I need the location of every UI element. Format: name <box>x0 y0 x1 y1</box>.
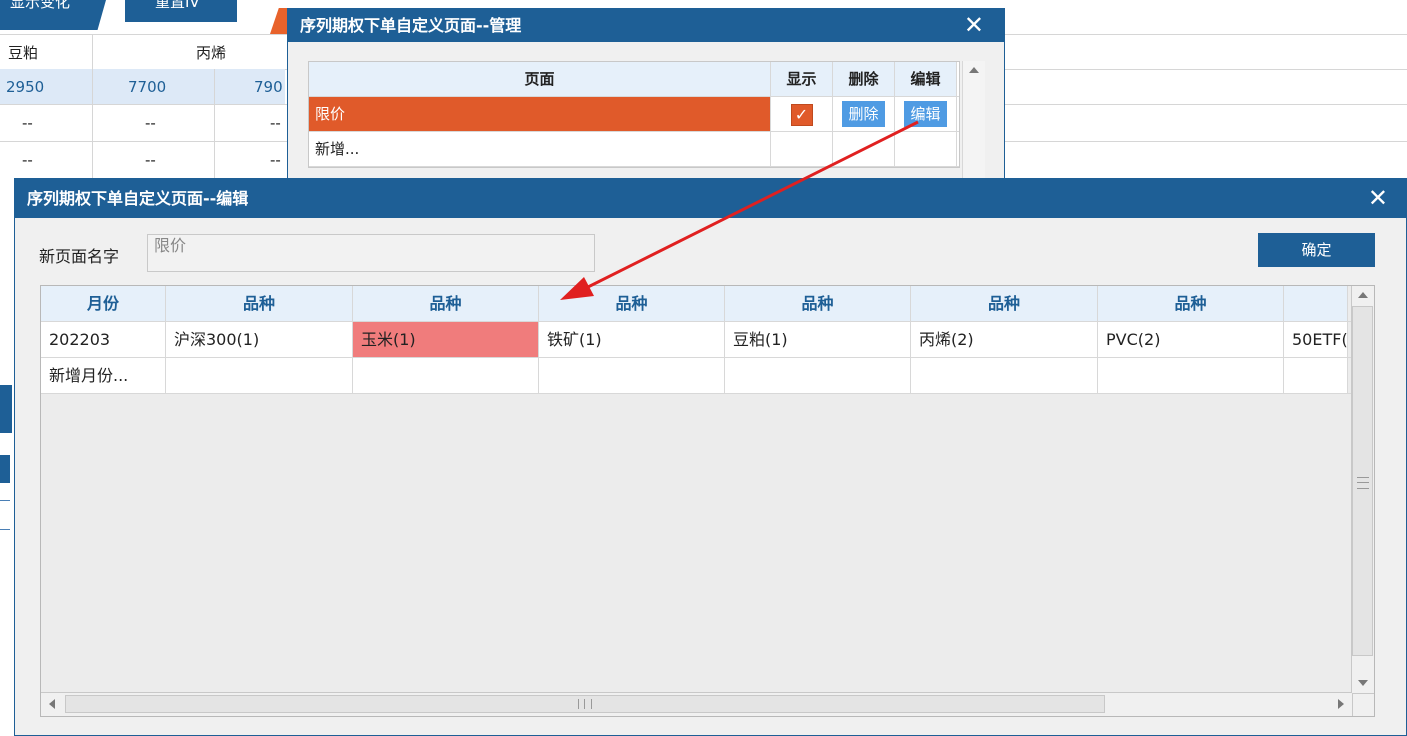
header-soymeal: 豆粕 <box>8 44 39 62</box>
variety-cell[interactable]: 豆粕(1) <box>725 322 911 357</box>
scroll-down-icon[interactable] <box>1358 680 1368 686</box>
vertical-scrollbar[interactable] <box>1351 286 1374 694</box>
empty-cell[interactable] <box>1284 358 1348 393</box>
manage-dialog-title-bar: 序列期权下单自定义页面--管理 ✕ <box>288 9 1004 42</box>
show-checkbox[interactable]: ✓ <box>790 104 813 126</box>
variety-cell[interactable]: PVC(2) <box>1098 322 1284 357</box>
column-header-variety[interactable]: 品种 <box>911 286 1098 321</box>
divider <box>1003 69 1407 70</box>
empty-cell[interactable] <box>166 358 353 393</box>
grid-header: 月份 品种 品种 品种 品种 品种 品种 <box>41 286 1374 322</box>
empty-cell[interactable] <box>539 358 725 393</box>
page-name-input[interactable]: 限价 <box>147 234 595 272</box>
manage-dialog-title: 序列期权下单自定义页面--管理 <box>300 16 522 35</box>
empty-cell[interactable] <box>353 358 539 393</box>
column-header-variety[interactable]: 品种 <box>539 286 725 321</box>
column-header-month[interactable]: 月份 <box>41 286 166 321</box>
edit-cell: 编辑 <box>895 97 957 131</box>
cell: -- <box>145 151 156 169</box>
page-name-cell[interactable]: 限价 <box>309 97 771 131</box>
header-propylene: 丙烯 <box>196 44 227 62</box>
scrollbar-thumb[interactable] <box>65 695 1105 713</box>
confirm-button[interactable]: 确定 <box>1258 233 1375 267</box>
divider <box>1003 34 1407 35</box>
pages-table: 页面 显示 删除 编辑 限价 ✓ 删除 编辑 新增... <box>308 61 960 168</box>
variety-cell[interactable]: 铁矿(1) <box>539 322 725 357</box>
add-month-cell[interactable]: 新增月份... <box>41 358 166 393</box>
table-row: 新增月份... <box>41 358 1374 394</box>
table-row[interactable]: 限价 ✓ 删除 编辑 <box>309 97 959 132</box>
scroll-up-icon[interactable] <box>969 67 979 73</box>
variety-cell[interactable]: 丙烯(2) <box>911 322 1098 357</box>
column-header-variety[interactable] <box>1284 286 1348 321</box>
edit-dialog-title-bar: 序列期权下单自定义页面--编辑 ✕ <box>15 179 1406 218</box>
page-name-label: 新页面名字 <box>39 247 120 266</box>
cell: -- <box>145 114 156 132</box>
side-button[interactable] <box>0 385 12 433</box>
edit-dialog-title: 序列期权下单自定义页面--编辑 <box>27 189 249 208</box>
empty-cell[interactable] <box>725 358 911 393</box>
close-icon[interactable]: ✕ <box>964 9 984 42</box>
manage-dialog: 序列期权下单自定义页面--管理 ✕ 页面 显示 删除 编辑 限价 ✓ 删除 编辑… <box>287 8 1005 182</box>
delete-button[interactable]: 删除 <box>842 101 885 127</box>
variety-cell[interactable]: 沪深300(1) <box>166 322 353 357</box>
column-header-variety[interactable]: 品种 <box>725 286 911 321</box>
empty-cell[interactable] <box>1098 358 1284 393</box>
cell: -- <box>270 114 281 132</box>
column-header-variety[interactable]: 品种 <box>353 286 539 321</box>
edit-button[interactable]: 编辑 <box>904 101 947 127</box>
tab-show-change[interactable]: 显示变化 <box>0 0 106 30</box>
scroll-right-icon[interactable] <box>1338 699 1344 709</box>
side-button[interactable] <box>0 455 10 483</box>
divider <box>1003 141 1407 142</box>
side-button[interactable] <box>0 500 10 530</box>
delete-cell <box>833 132 895 166</box>
cell: 7700 <box>128 78 167 96</box>
scroll-left-icon[interactable] <box>49 699 55 709</box>
column-header-edit: 编辑 <box>895 62 957 96</box>
divider <box>1003 104 1407 105</box>
scrollbar-thumb[interactable] <box>1352 306 1373 656</box>
variety-cell-selected[interactable]: 玉米(1) <box>353 322 539 357</box>
grip-icon <box>1357 477 1369 489</box>
variety-cell[interactable]: 50ETF( <box>1284 322 1348 357</box>
scroll-up-icon[interactable] <box>1358 292 1368 298</box>
variety-grid: 月份 品种 品种 品种 品种 品种 品种 202203 沪深300(1) 玉米(… <box>40 285 1375 717</box>
cell: -- <box>22 114 33 132</box>
vertical-scrollbar[interactable] <box>962 61 985 179</box>
add-page-cell[interactable]: 新增... <box>309 132 771 166</box>
column-header-variety[interactable]: 品种 <box>1098 286 1284 321</box>
show-cell: ✓ <box>771 97 833 131</box>
delete-cell: 删除 <box>833 97 895 131</box>
cell: -- <box>270 151 281 169</box>
cell: 2950 <box>6 78 45 96</box>
edit-dialog: 序列期权下单自定义页面--编辑 ✕ 新页面名字 限价 确定 月份 品种 品种 品… <box>14 178 1407 736</box>
column-header-variety[interactable]: 品种 <box>166 286 353 321</box>
close-icon[interactable]: ✕ <box>1368 179 1388 218</box>
table-row: 202203 沪深300(1) 玉米(1) 铁矿(1) 豆粕(1) 丙烯(2) … <box>41 322 1374 358</box>
empty-cell[interactable] <box>911 358 1098 393</box>
column-header-show: 显示 <box>771 62 833 96</box>
reset-iv-button[interactable]: 重置IV <box>125 0 237 22</box>
grip-icon <box>578 699 592 709</box>
divider <box>214 69 215 179</box>
scrollbar-corner <box>1352 693 1374 716</box>
edit-cell <box>895 132 957 166</box>
horizontal-scrollbar[interactable] <box>41 692 1352 716</box>
cell: -- <box>22 151 33 169</box>
divider <box>92 34 93 179</box>
cell: 790 <box>254 78 283 96</box>
month-cell[interactable]: 202203 <box>41 322 166 357</box>
table-row[interactable]: 新增... <box>309 132 959 167</box>
table-header: 页面 显示 删除 编辑 <box>309 62 959 97</box>
column-header-page: 页面 <box>309 62 771 96</box>
column-header-delete: 删除 <box>833 62 895 96</box>
show-cell <box>771 132 833 166</box>
